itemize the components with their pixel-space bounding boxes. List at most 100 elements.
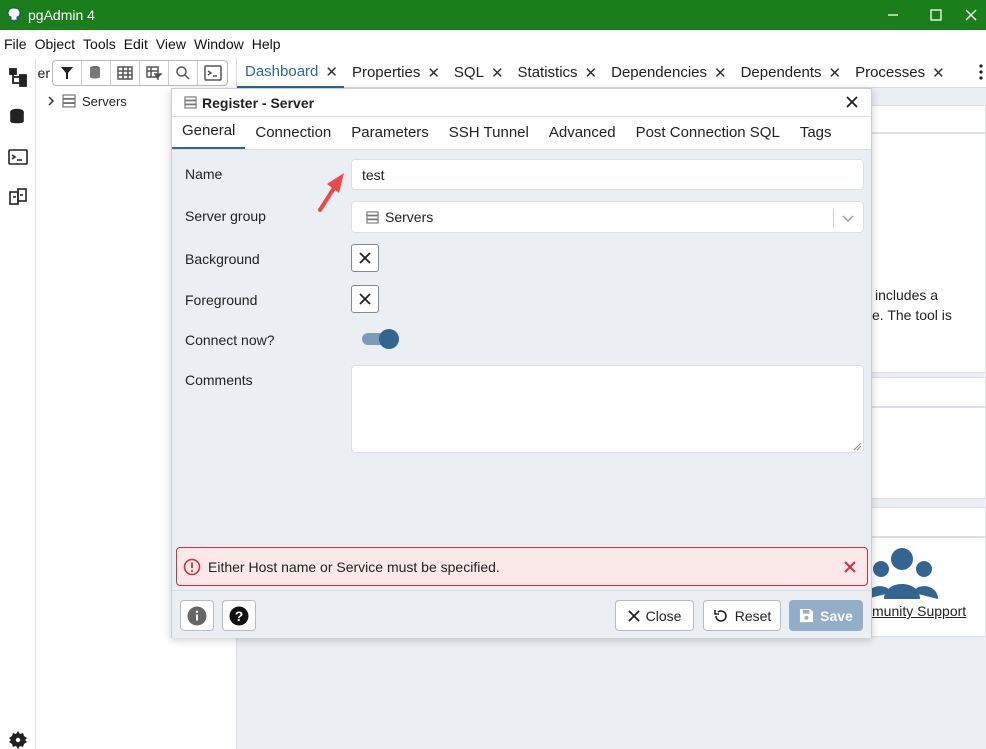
close-icon[interactable]: ✕ xyxy=(325,63,338,81)
menu-tools[interactable]: Tools xyxy=(79,36,120,52)
resize-grip-icon[interactable] xyxy=(853,442,862,451)
filter-icon xyxy=(61,67,73,79)
title-bar: pgAdmin 4 xyxy=(0,0,986,30)
close-icon[interactable] xyxy=(845,95,859,109)
dashboard-text: e. The tool is xyxy=(872,307,952,323)
connect-now-toggle[interactable] xyxy=(362,329,399,349)
compare-icon xyxy=(9,188,27,205)
query-tool-button[interactable] xyxy=(6,105,30,129)
close-icon xyxy=(627,609,640,622)
minimize-icon xyxy=(888,14,898,16)
close-icon[interactable]: ✕ xyxy=(427,64,440,82)
server-icon xyxy=(184,96,197,109)
settings-button[interactable] xyxy=(6,728,30,749)
psql-tb-button[interactable] xyxy=(198,61,227,85)
tab-label: Processes xyxy=(855,64,926,81)
close-button[interactable]: Close xyxy=(615,600,694,631)
save-icon xyxy=(800,608,814,623)
close-icon[interactable]: ✕ xyxy=(491,64,504,82)
window-close-button[interactable] xyxy=(956,0,986,30)
dialog-tabs: General Connection Parameters SSH Tunnel… xyxy=(172,117,871,150)
close-icon[interactable]: ✕ xyxy=(585,64,598,82)
close-icon[interactable]: ✕ xyxy=(829,64,842,82)
query-tool-tb-button[interactable] xyxy=(82,61,111,85)
tab-dependencies[interactable]: Dependencies ✕ xyxy=(603,58,732,88)
server-group-select[interactable]: Servers xyxy=(351,201,864,233)
object-explorer-button[interactable] xyxy=(6,65,30,89)
tab-dependents[interactable]: Dependents ✕ xyxy=(733,58,847,88)
error-message-text: Either Host name or Service must be spec… xyxy=(208,558,500,575)
database-icon xyxy=(10,108,24,124)
explorer-toolbar: er xyxy=(36,58,236,88)
name-field[interactable]: test xyxy=(351,159,864,190)
menu-edit[interactable]: Edit xyxy=(120,36,152,52)
tab-post-connection-sql[interactable]: Post Connection SQL xyxy=(626,116,790,149)
tab-tags[interactable]: Tags xyxy=(790,116,842,149)
tab-processes[interactable]: Processes ✕ xyxy=(847,58,951,88)
tab-parameters[interactable]: Parameters xyxy=(341,116,439,149)
tab-label: Dashboard xyxy=(245,63,319,80)
tab-sql[interactable]: SQL ✕ xyxy=(446,58,510,88)
tab-connection[interactable]: Connection xyxy=(245,116,341,149)
svg-text:?: ? xyxy=(235,608,244,624)
save-button-label: Save xyxy=(820,607,853,624)
maximize-button[interactable] xyxy=(913,0,959,30)
search-icon xyxy=(176,66,190,80)
connect-now-label: Connect now? xyxy=(185,332,275,348)
tab-dashboard[interactable]: Dashboard ✕ xyxy=(237,58,344,88)
error-message-bar: Either Host name or Service must be spec… xyxy=(176,547,868,586)
foreground-label: Foreground xyxy=(185,292,258,308)
save-button[interactable]: Save xyxy=(789,600,863,631)
close-icon xyxy=(359,252,371,264)
menu-object[interactable]: Object xyxy=(31,36,79,52)
foreground-color-picker[interactable] xyxy=(351,285,379,313)
info-button[interactable] xyxy=(180,600,214,631)
close-icon[interactable] xyxy=(843,560,857,574)
filter-button[interactable] xyxy=(53,61,82,85)
tab-properties[interactable]: Properties ✕ xyxy=(344,58,446,88)
tree-icon xyxy=(9,68,27,87)
maximize-icon xyxy=(930,9,942,21)
reset-button[interactable]: Reset xyxy=(703,600,781,631)
menu-file[interactable]: File xyxy=(0,36,31,52)
chevron-down-icon[interactable] xyxy=(841,211,855,225)
chevron-right-icon[interactable] xyxy=(46,96,56,106)
close-icon[interactable]: ✕ xyxy=(714,64,727,82)
community-support-link[interactable]: munity Support xyxy=(872,603,966,619)
select-separator xyxy=(833,209,834,227)
toggle-knob xyxy=(379,329,399,349)
view-data-button[interactable] xyxy=(111,61,140,85)
comments-field[interactable] xyxy=(351,365,864,453)
error-icon xyxy=(183,558,201,575)
table-icon xyxy=(117,66,133,80)
tab-ssh-tunnel[interactable]: SSH Tunnel xyxy=(439,116,539,149)
database-plus-icon xyxy=(90,66,100,79)
minimize-button[interactable] xyxy=(870,0,916,30)
menu-bar: File Object Tools Edit View Window Help xyxy=(0,30,986,58)
filtered-rows-button[interactable] xyxy=(140,61,169,85)
terminal-icon xyxy=(8,149,28,165)
servers-icon xyxy=(62,94,76,108)
menu-help[interactable]: Help xyxy=(248,36,285,52)
schema-diff-button[interactable] xyxy=(6,185,30,209)
reset-icon xyxy=(713,609,727,622)
more-options-icon[interactable] xyxy=(978,64,984,80)
tab-advanced[interactable]: Advanced xyxy=(539,116,626,149)
close-button-label: Close xyxy=(645,607,682,624)
menu-window[interactable]: Window xyxy=(190,36,248,52)
menu-view[interactable]: View xyxy=(152,36,190,52)
help-button[interactable]: ? xyxy=(222,600,256,631)
server-group-label: Server group xyxy=(185,208,266,224)
dashboard-text: includes a xyxy=(875,287,939,303)
community-icon xyxy=(866,548,938,599)
psql-tool-button[interactable] xyxy=(6,145,30,169)
tab-statistics[interactable]: Statistics ✕ xyxy=(510,58,604,88)
dialog-header[interactable]: Register - Server xyxy=(172,89,871,117)
main-tabs: Dashboard ✕ Properties ✕ SQL ✕ Statistics ✕ … xyxy=(237,58,986,88)
background-color-picker[interactable] xyxy=(351,244,379,272)
server-group-value: Servers xyxy=(385,209,434,225)
activity-rail xyxy=(0,58,36,749)
search-objects-button[interactable] xyxy=(169,61,198,85)
tab-general[interactable]: General xyxy=(172,116,246,149)
close-icon[interactable]: ✕ xyxy=(932,64,945,82)
